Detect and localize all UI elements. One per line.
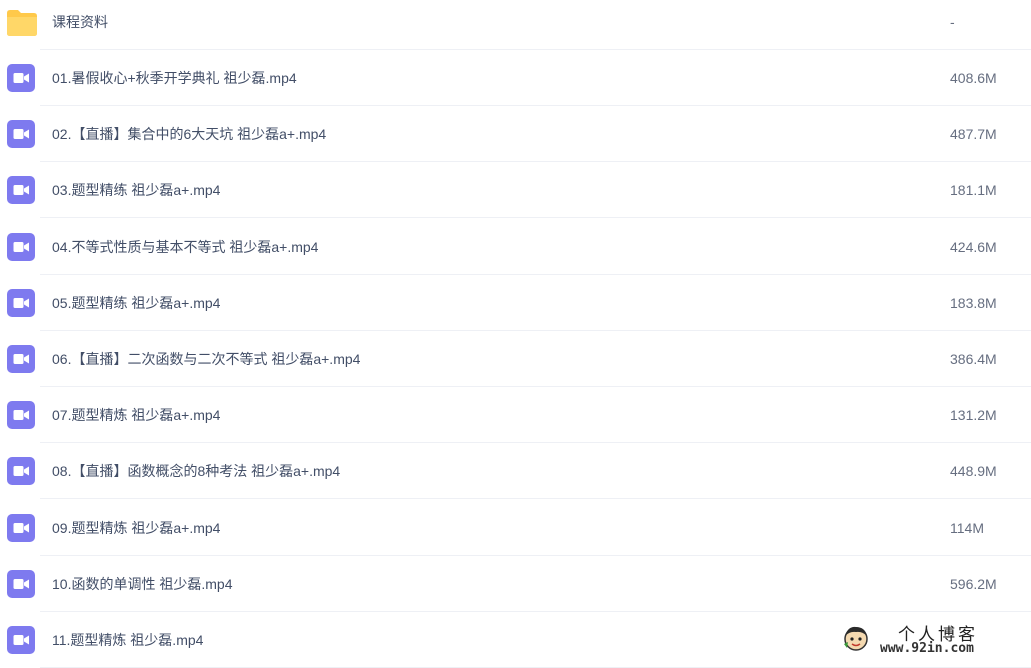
file-row[interactable]: 08.【直播】函数概念的8种考法 祖少磊a+.mp4 448.9M bbox=[0, 443, 1031, 500]
file-size: 183.8M bbox=[950, 294, 997, 311]
file-name: 01.暑假收心+秋季开学典礼 祖少磊.mp4 bbox=[52, 70, 297, 86]
video-file-icon bbox=[6, 513, 36, 543]
file-name: 05.题型精练 祖少磊a+.mp4 bbox=[52, 294, 221, 311]
file-size: 181.1M bbox=[950, 182, 997, 199]
video-file-icon bbox=[6, 400, 36, 430]
file-size: 424.6M bbox=[950, 238, 997, 255]
file-row[interactable]: 03.题型精练 祖少磊a+.mp4 181.1M bbox=[0, 162, 1031, 219]
file-name: 11.题型精炼 祖少磊.mp4 bbox=[52, 632, 204, 648]
watermark-url: www.92in.com bbox=[880, 641, 974, 656]
file-size: 114M bbox=[950, 519, 984, 536]
file-row[interactable]: 04.不等式性质与基本不等式 祖少磊a+.mp4 424.6M bbox=[0, 219, 1031, 275]
file-name: 08.【直播】函数概念的8种考法 祖少磊a+.mp4 bbox=[52, 463, 341, 480]
folder-name: 课程资料 bbox=[52, 14, 108, 30]
video-file-icon bbox=[6, 175, 36, 205]
file-name: 07.题型精炼 祖少磊a+.mp4 bbox=[52, 407, 221, 424]
video-file-icon bbox=[6, 63, 36, 93]
file-row[interactable]: 06.【直播】二次函数与二次不等式 祖少磊a+.mp4 386.4M bbox=[0, 331, 1031, 387]
file-size: 448.9M bbox=[950, 463, 997, 480]
video-file-icon bbox=[6, 625, 36, 655]
file-name: 10.函数的单调性 祖少磊.mp4 bbox=[52, 575, 233, 592]
file-size: 386.4M bbox=[950, 351, 997, 367]
file-row[interactable]: 10.函数的单调性 祖少磊.mp4 596.2M bbox=[0, 556, 1031, 612]
file-row[interactable]: 01.暑假收心+秋季开学典礼 祖少磊.mp4 408.6M bbox=[0, 50, 1031, 106]
video-file-icon bbox=[6, 456, 36, 486]
file-name: 04.不等式性质与基本不等式 祖少磊a+.mp4 bbox=[52, 238, 319, 255]
file-row[interactable]: 02.【直播】集合中的6大天坑 祖少磊a+.mp4 487.7M bbox=[0, 106, 1031, 163]
file-name: 06.【直播】二次函数与二次不等式 祖少磊a+.mp4 bbox=[52, 351, 361, 367]
folder-icon bbox=[6, 7, 37, 37]
file-name: 09.题型精炼 祖少磊a+.mp4 bbox=[52, 519, 221, 536]
file-name: 02.【直播】集合中的6大天坑 祖少磊a+.mp4 bbox=[52, 126, 327, 143]
video-file-icon bbox=[6, 344, 36, 374]
watermark: 个人博客 www.92in.com bbox=[838, 620, 1028, 660]
file-row[interactable]: 05.题型精练 祖少磊a+.mp4 183.8M bbox=[0, 275, 1031, 331]
file-row[interactable]: 09.题型精炼 祖少磊a+.mp4 114M bbox=[0, 500, 1031, 556]
file-size: 408.6M bbox=[950, 70, 997, 86]
video-file-icon bbox=[6, 232, 36, 262]
video-file-icon bbox=[6, 119, 36, 149]
video-file-icon bbox=[6, 569, 36, 599]
video-file-icon bbox=[6, 288, 36, 318]
cartoon-face-icon bbox=[842, 624, 870, 652]
file-size: 596.2M bbox=[950, 575, 997, 592]
file-row[interactable]: 07.题型精炼 祖少磊a+.mp4 131.2M bbox=[0, 387, 1031, 444]
folder-row[interactable]: 课程资料 - bbox=[0, 0, 1031, 50]
file-size: 487.7M bbox=[950, 126, 997, 143]
folder-size: - bbox=[950, 14, 955, 30]
file-size: 131.2M bbox=[950, 407, 997, 424]
file-name: 03.题型精练 祖少磊a+.mp4 bbox=[52, 182, 221, 199]
